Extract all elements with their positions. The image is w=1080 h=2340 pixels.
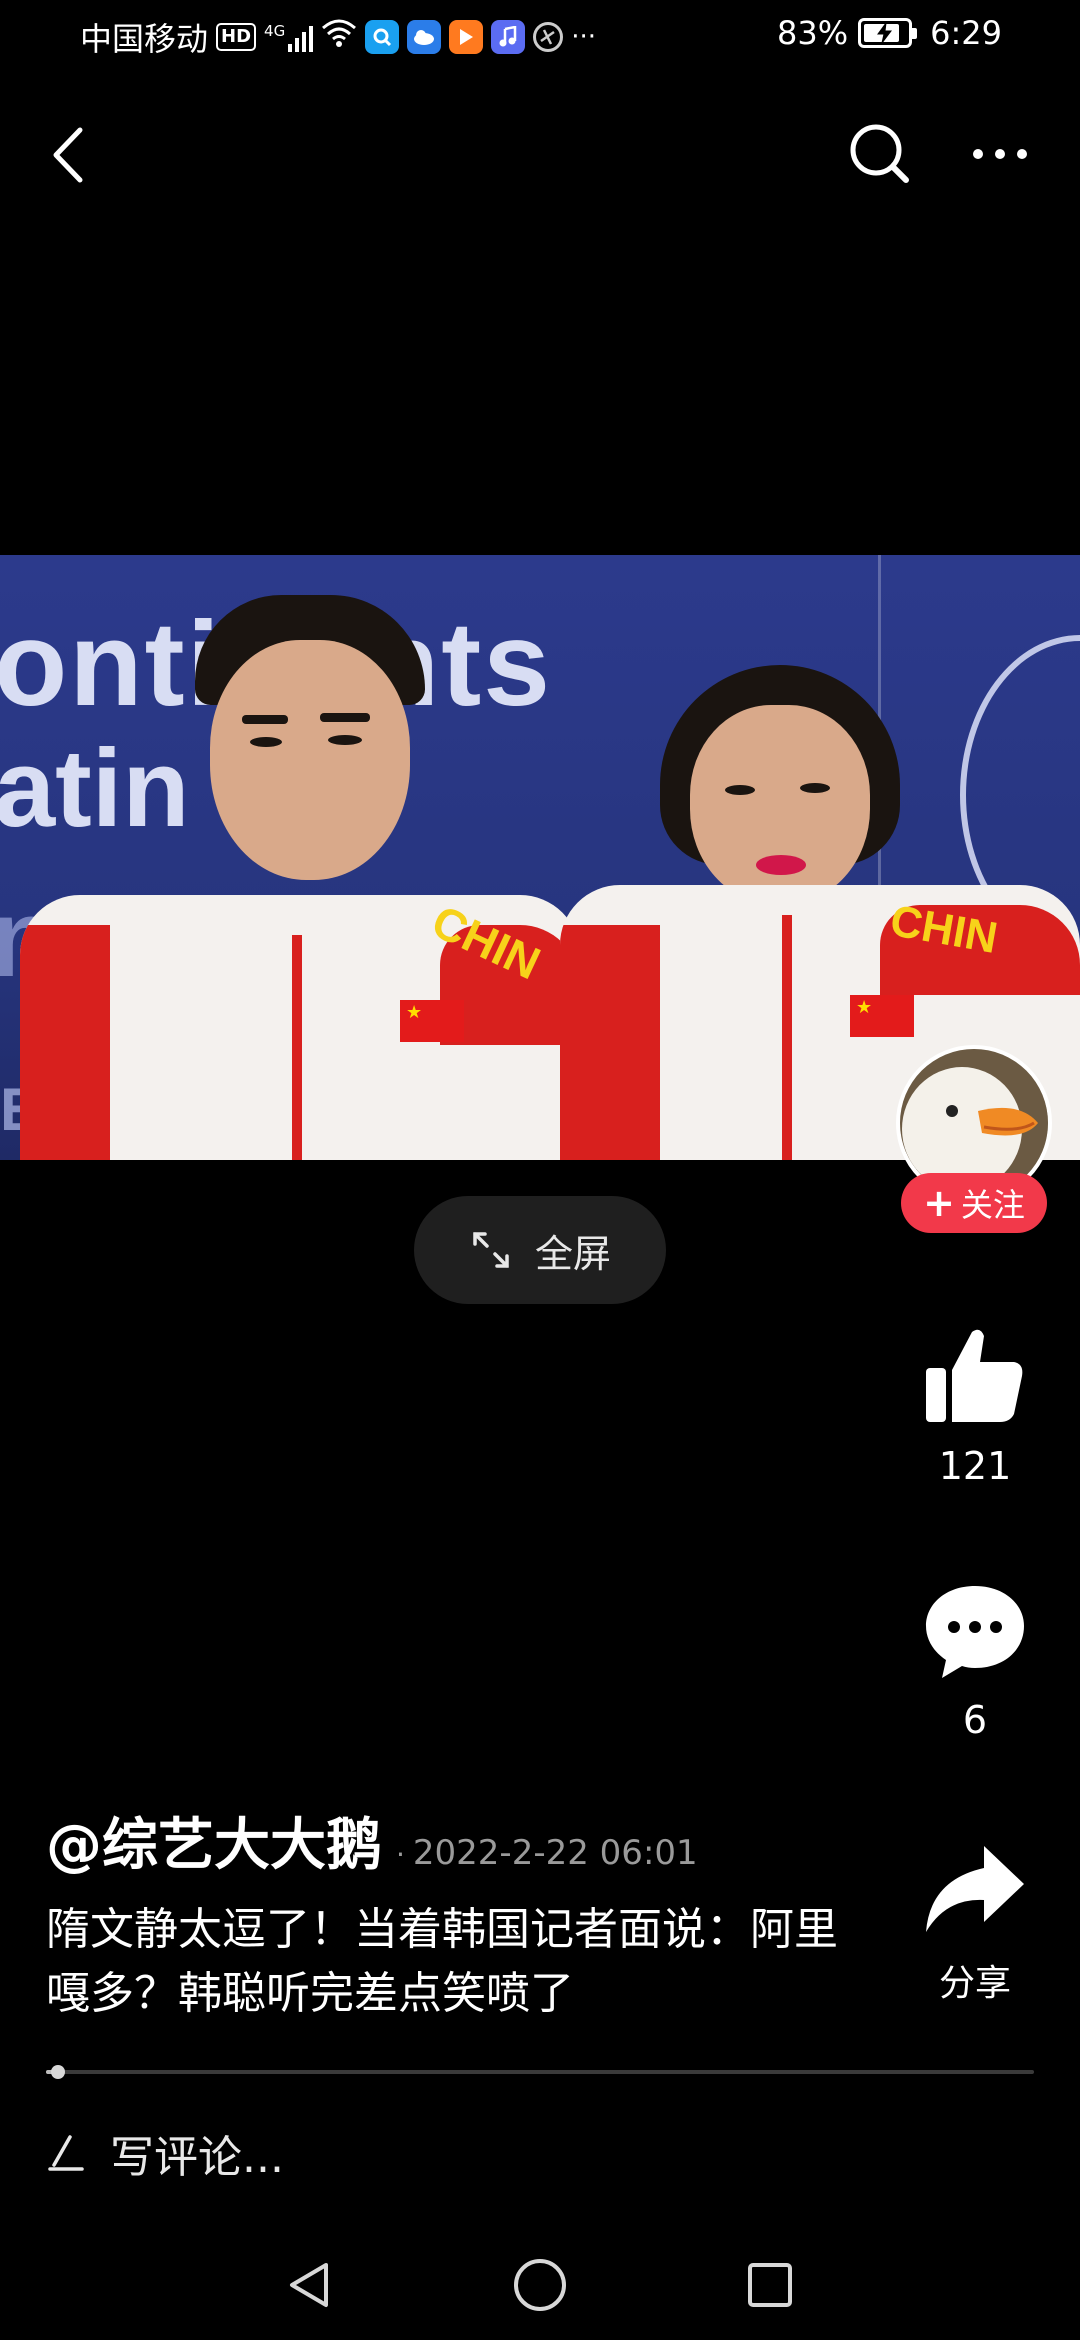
eyebrow — [320, 713, 370, 722]
carrier-name: 中国移动 — [80, 20, 209, 58]
expand-icon — [473, 1232, 509, 1268]
status-bar: 中国移动 HD 4G ··· 83% 6:29 — [0, 0, 1080, 72]
nav-recents-button[interactable] — [730, 2250, 810, 2320]
video-progress-bar[interactable] — [46, 2065, 1034, 2079]
eye — [725, 785, 755, 795]
face — [690, 705, 870, 905]
face — [210, 640, 410, 880]
more-notifications: ··· — [571, 22, 596, 52]
browser-app-icon — [533, 22, 564, 52]
post-caption: 隋文静太逗了！当着韩国记者面说：阿里嘎多？韩聪听完差点笑喷了 — [46, 1904, 838, 2019]
comment-button[interactable]: 6 — [900, 1580, 1050, 1742]
back-button[interactable] — [40, 110, 110, 200]
share-arrow-icon — [926, 1846, 1024, 1932]
eye — [250, 737, 282, 747]
zipper — [292, 935, 302, 1160]
flag-patch — [400, 1000, 464, 1042]
more-options-button[interactable] — [960, 114, 1040, 194]
network-type: 4G — [264, 22, 286, 40]
music-app-icon — [491, 20, 526, 54]
hd-badge: HD — [216, 23, 257, 51]
flag-patch — [850, 995, 914, 1037]
share-label: 分享 — [938, 1963, 1011, 2004]
more-dot-icon — [995, 149, 1005, 159]
more-dot-icon — [1017, 149, 1027, 159]
eyebrow — [242, 715, 288, 724]
comment-bubble-icon — [926, 1586, 1024, 1678]
nav-back-button[interactable] — [270, 2250, 350, 2320]
follow-button[interactable]: + 关注 — [901, 1173, 1047, 1233]
top-nav — [0, 110, 1080, 200]
triangle-back-icon — [290, 2263, 328, 2307]
lips — [756, 855, 806, 875]
comment-placeholder: 写评论... — [110, 2132, 284, 2183]
video-app-icon — [449, 20, 484, 54]
jacket-red-panel — [560, 925, 660, 1160]
follow-label: 关注 — [960, 1186, 1025, 1224]
thumbs-up-icon — [926, 1329, 1023, 1422]
zipper — [782, 915, 792, 1160]
comment-input[interactable]: 写评论... — [46, 2118, 746, 2188]
eye — [800, 783, 830, 793]
jacket: CHIN — [20, 895, 580, 1160]
signal-icon: 4G — [264, 22, 314, 52]
chevron-left-icon — [53, 127, 83, 183]
eye — [328, 735, 362, 745]
nav-home-button[interactable] — [500, 2250, 580, 2320]
circle-home-icon — [514, 2259, 566, 2311]
search-app-icon — [365, 20, 400, 54]
plus-icon: + — [923, 1181, 955, 1225]
wifi-icon — [321, 18, 357, 56]
battery-icon — [858, 18, 918, 48]
clock-time: 6:29 — [930, 14, 1002, 52]
post-meta: @综艺大大鹅 · 2022-2-22 06:01 — [46, 1800, 698, 1881]
like-count: 121 — [938, 1444, 1012, 1488]
fullscreen-button[interactable]: 全屏 — [414, 1196, 666, 1304]
like-button[interactable]: 121 — [900, 1320, 1050, 1488]
comment-count: 6 — [962, 1698, 988, 1742]
cloud-app-icon — [407, 20, 442, 54]
battery-percent: 83% — [777, 14, 849, 52]
author-avatar-group: + 关注 — [896, 1045, 1052, 1235]
square-recents-icon — [748, 2263, 792, 2307]
search-icon — [850, 124, 909, 183]
system-nav-bar — [0, 2230, 1080, 2340]
jacket-red-panel — [20, 925, 110, 1160]
search-button[interactable] — [840, 114, 920, 194]
progress-knob[interactable] — [50, 2065, 65, 2079]
status-bar-right: 83% 6:29 — [777, 14, 1002, 52]
more-dot-icon — [973, 149, 983, 159]
status-bar-left: 中国移动 HD 4G ··· — [80, 14, 596, 60]
author-name[interactable]: @综艺大大鹅 — [46, 1800, 382, 1881]
post-time-separator: · — [396, 1838, 405, 1871]
pen-icon — [48, 2135, 84, 2171]
video-person-man: CHIN — [20, 595, 580, 1160]
share-button[interactable]: 分享 — [900, 1840, 1050, 2006]
fullscreen-label: 全屏 — [534, 1231, 611, 1276]
post-time: 2022-2-22 06:01 — [412, 1833, 698, 1873]
